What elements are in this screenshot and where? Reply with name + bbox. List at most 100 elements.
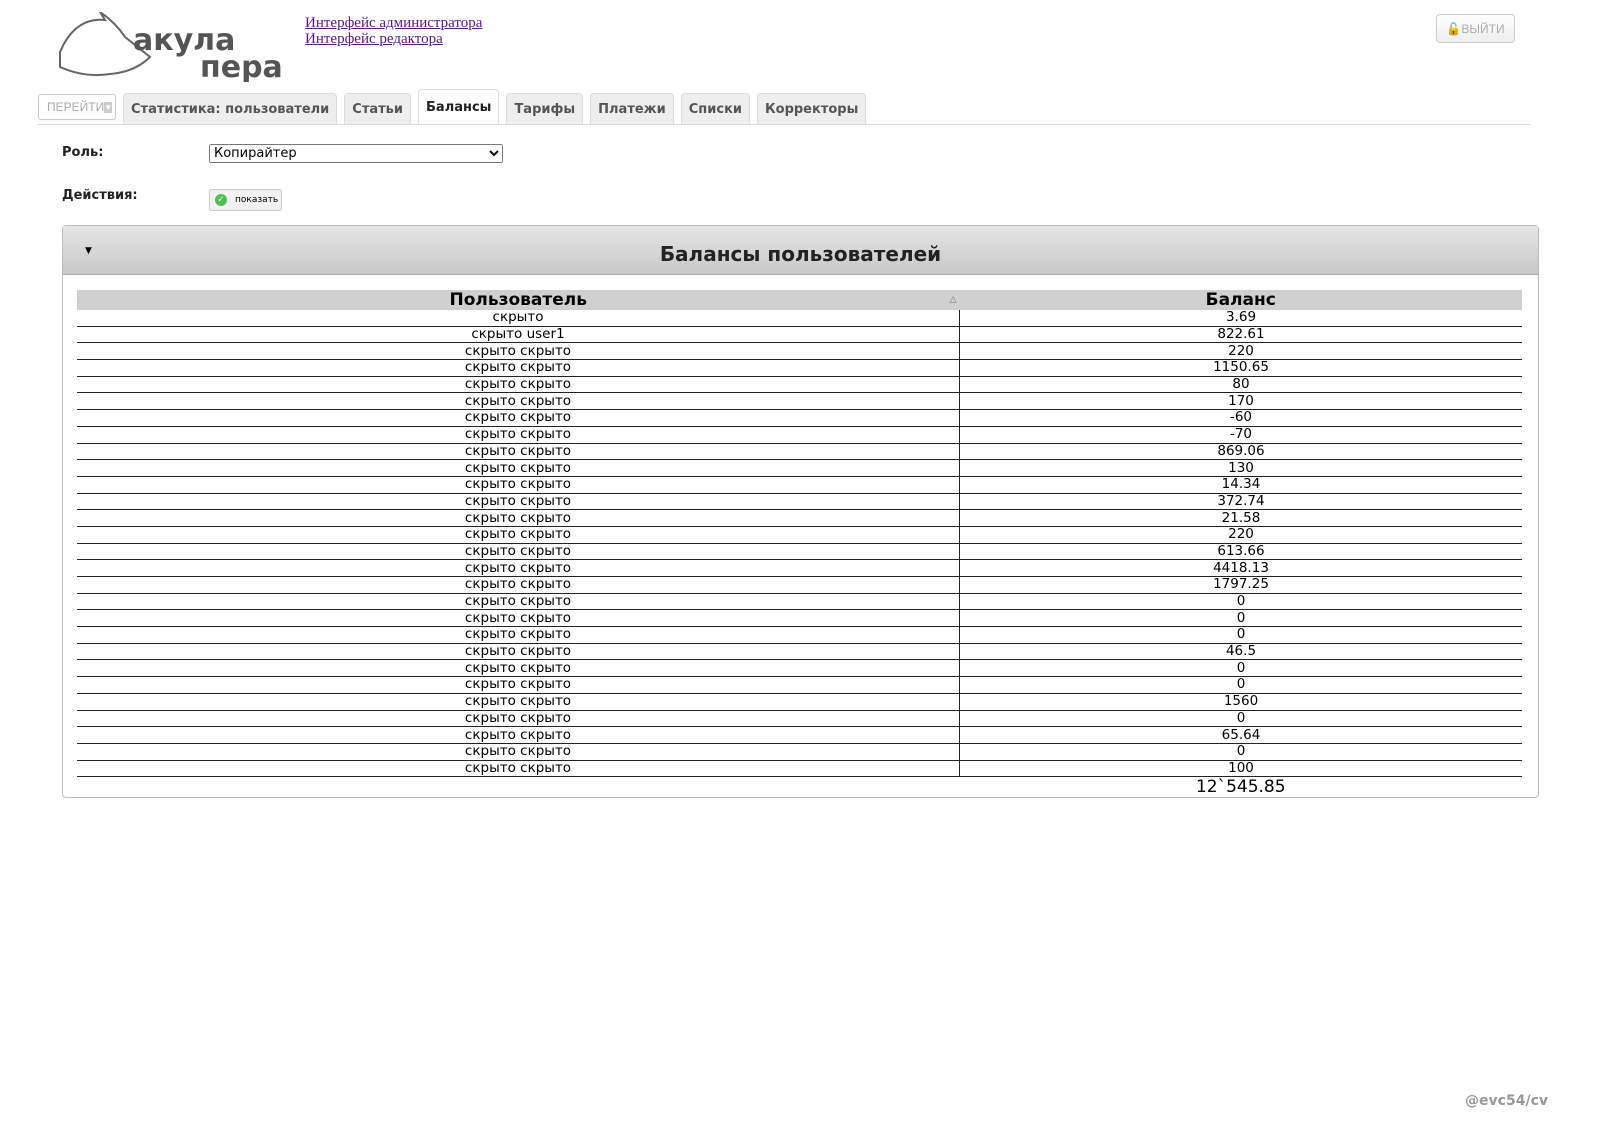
column-balance[interactable]: Баланс xyxy=(959,290,1522,310)
table-row: скрыто скрыто 80 xyxy=(77,376,1522,394)
table-row: скрыто скрыто 0 xyxy=(77,609,1522,628)
table-row: скрыто скрыто 0 xyxy=(77,659,1522,678)
tab-articles[interactable]: Статьи xyxy=(344,93,412,124)
table-row: скрыто скрыто 0 xyxy=(77,626,1522,644)
user-cell: скрыто скрыто xyxy=(77,409,960,427)
balance-cell: 0 xyxy=(959,609,1522,628)
check-icon: ✓ xyxy=(215,194,227,206)
balance-cell: 170 xyxy=(959,392,1522,411)
svg-text:пера: пера xyxy=(200,50,283,82)
user-cell: скрыто скрыто xyxy=(77,459,960,477)
table-row: скрыто скрыто 170 xyxy=(77,392,1522,411)
balance-cell: 613.66 xyxy=(959,543,1522,561)
tab-balances[interactable]: Балансы xyxy=(418,89,500,124)
balance-cell: 1560 xyxy=(959,693,1522,711)
table-row: скрыто скрыто 220 xyxy=(77,342,1522,361)
user-cell: скрыто скрыто xyxy=(77,426,960,444)
user-cell: скрыто скрыто xyxy=(77,392,960,411)
goto-label: ПЕРЕЙТИ xyxy=(47,100,105,114)
balance-cell: 3.69 xyxy=(959,310,1522,327)
balance-cell: 14.34 xyxy=(959,476,1522,494)
role-select[interactable]: Копирайтер xyxy=(209,144,503,163)
column-user[interactable]: Пользователь △ xyxy=(77,290,960,310)
table-row: скрыто скрыто -60 xyxy=(77,409,1522,427)
user-cell: скрыто скрыто xyxy=(77,726,960,744)
balance-cell: 100 xyxy=(959,760,1522,778)
balance-cell: 1797.25 xyxy=(959,576,1522,594)
table-row: скрыто скрыто 0 xyxy=(77,676,1522,694)
table-row: скрыто скрыто 220 xyxy=(77,526,1522,544)
goto-dropdown[interactable]: ПЕРЕЙТИ ▼ xyxy=(38,94,116,120)
table-row: скрыто скрыто 4418.13 xyxy=(77,559,1522,577)
total-spacer xyxy=(77,777,960,798)
table-row: скрыто 3.69 xyxy=(77,310,1522,327)
panel-header[interactable]: ▼ Балансы пользователей xyxy=(63,226,1538,275)
table-row: скрыто скрыто 1560 xyxy=(77,693,1522,711)
table-row: скрыто скрыто 1150.65 xyxy=(77,359,1522,377)
balance-cell: 220 xyxy=(959,526,1522,544)
logout-label: ВЫЙТИ xyxy=(1461,21,1505,36)
user-cell: скрыто скрыто xyxy=(77,493,960,511)
balance-cell: 1150.65 xyxy=(959,359,1522,377)
table-row: скрыто скрыто 869.06 xyxy=(77,443,1522,461)
balance-cell: 822.61 xyxy=(959,326,1522,344)
table-row: скрыто скрыто 613.66 xyxy=(77,543,1522,561)
user-cell: скрыто скрыто xyxy=(77,643,960,661)
table-row: скрыто скрыто 0 xyxy=(77,710,1522,728)
actions-label: Действия: xyxy=(62,188,138,203)
table-row: скрыто скрыто 100 xyxy=(77,760,1522,778)
user-cell: скрыто скрыто xyxy=(77,693,960,711)
show-label: показать xyxy=(235,195,279,205)
user-cell: скрыто user1 xyxy=(77,326,960,344)
table-row: скрыто скрыто 1797.25 xyxy=(77,576,1522,594)
nav-tabs: ПЕРЕЙТИ ▼ Статистика: пользователи Статьи… xyxy=(38,89,1530,125)
user-cell: скрыто скрыто xyxy=(77,710,960,728)
balance-cell: 372.74 xyxy=(959,493,1522,511)
user-cell: скрыто xyxy=(77,310,960,327)
balance-cell: 0 xyxy=(959,626,1522,644)
balance-cell: 0 xyxy=(959,743,1522,761)
balance-cell: 0 xyxy=(959,710,1522,728)
user-cell: скрыто скрыто xyxy=(77,659,960,678)
tab-lists[interactable]: Списки xyxy=(680,93,751,124)
table-row: скрыто user1 822.61 xyxy=(77,326,1522,344)
logout-button[interactable]: 🔓 ВЫЙТИ xyxy=(1436,14,1515,43)
balance-cell: 869.06 xyxy=(959,443,1522,461)
balance-cell: 4418.13 xyxy=(959,559,1522,577)
balances-table: Пользователь △ Баланс скрыто 3.69 скрыто us… xyxy=(77,290,1522,797)
table-row: скрыто скрыто 130 xyxy=(77,459,1522,477)
table-row: скрыто скрыто 46.5 xyxy=(77,643,1522,661)
user-cell: скрыто скрыто xyxy=(77,342,960,361)
tab-stats-users[interactable]: Статистика: пользователи xyxy=(123,93,338,124)
balance-cell: 65.64 xyxy=(959,726,1522,744)
tab-tariffs[interactable]: Тарифы xyxy=(506,93,584,124)
balance-cell: 46.5 xyxy=(959,643,1522,661)
user-cell: скрыто скрыто xyxy=(77,609,960,628)
user-cell: скрыто скрыто xyxy=(77,593,960,611)
lock-icon: 🔓 xyxy=(1446,21,1462,36)
user-cell: скрыто скрыто xyxy=(77,626,960,644)
table-row: скрыто скрыто 0 xyxy=(77,593,1522,611)
admin-interface-link[interactable]: Интерфейс администратора xyxy=(305,15,482,31)
tab-payments[interactable]: Платежи xyxy=(590,93,674,124)
tab-proofreaders[interactable]: Корректоры xyxy=(757,93,867,124)
balance-cell: 0 xyxy=(959,593,1522,611)
table-row: скрыто скрыто 14.34 xyxy=(77,476,1522,494)
user-cell: скрыто скрыто xyxy=(77,509,960,527)
balance-cell: 0 xyxy=(959,676,1522,694)
balance-cell: -70 xyxy=(959,426,1522,444)
user-cell: скрыто скрыто xyxy=(77,359,960,377)
total-balance: 12`545.85 xyxy=(1195,776,1286,797)
logo: акула пера xyxy=(59,12,283,82)
balance-cell: -60 xyxy=(959,409,1522,427)
user-cell: скрыто скрыто xyxy=(77,376,960,394)
user-cell: скрыто скрыто xyxy=(77,543,960,561)
user-cell: скрыто скрыто xyxy=(77,443,960,461)
editor-interface-link[interactable]: Интерфейс редактора xyxy=(305,31,482,47)
table-row: скрыто скрыто -70 xyxy=(77,426,1522,444)
user-cell: скрыто скрыто xyxy=(77,760,960,778)
show-button[interactable]: ✓ показать xyxy=(209,189,282,211)
user-cell: скрыто скрыто xyxy=(77,526,960,544)
chevron-down-icon: ▼ xyxy=(104,101,113,113)
sort-icon[interactable]: △ xyxy=(950,290,957,310)
